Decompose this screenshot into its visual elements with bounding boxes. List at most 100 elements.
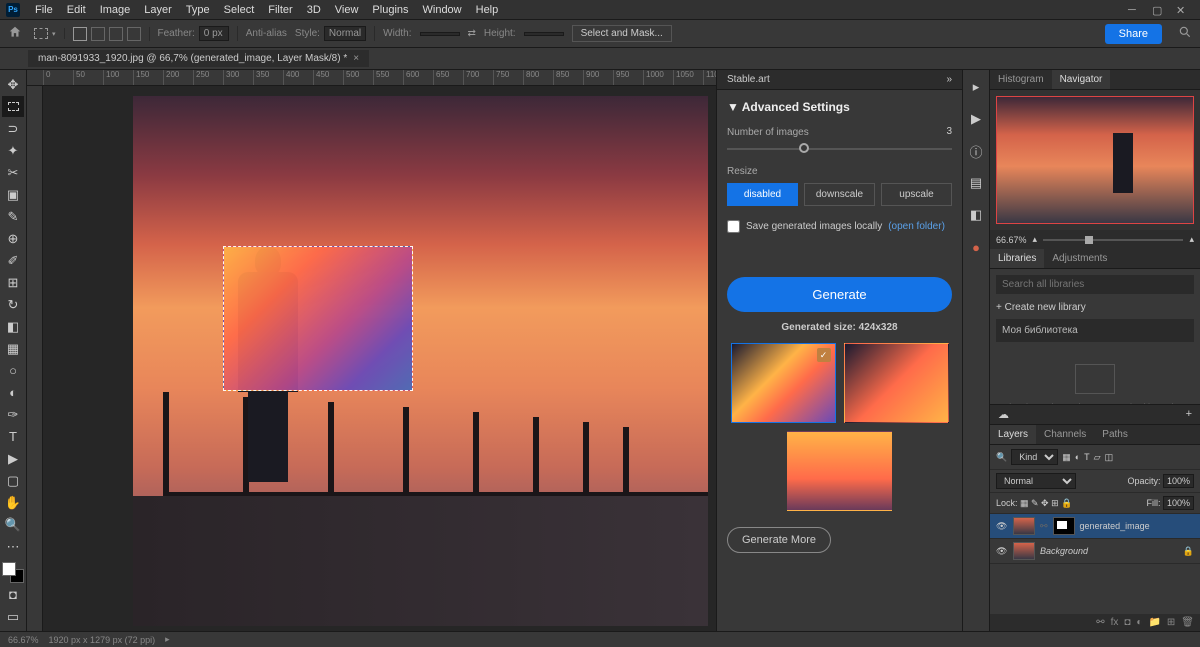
- eraser-tool[interactable]: ◧: [2, 316, 24, 337]
- menu-help[interactable]: Help: [469, 2, 506, 18]
- zoom-value[interactable]: 66.67%: [996, 235, 1027, 245]
- antialias-checkbox[interactable]: Anti-alias: [246, 28, 287, 39]
- plugin-tab[interactable]: Stable.art »: [717, 70, 962, 90]
- layer-row[interactable]: 👁⚯generated_image: [990, 514, 1200, 539]
- tab-histogram[interactable]: Histogram: [990, 70, 1052, 89]
- create-library-button[interactable]: + Create new library: [996, 302, 1194, 313]
- generate-button[interactable]: Generate: [727, 277, 952, 312]
- selection-mode-new-icon[interactable]: [73, 27, 87, 41]
- healing-brush-tool[interactable]: ⊕: [2, 228, 24, 249]
- eyedropper-tool[interactable]: ✎: [2, 206, 24, 227]
- lasso-tool[interactable]: ⊃: [2, 118, 24, 139]
- minimize-icon[interactable]: ─: [1128, 4, 1140, 16]
- selection-marquee[interactable]: [223, 246, 413, 391]
- tab-libraries[interactable]: Libraries: [990, 249, 1044, 268]
- rectangle-tool[interactable]: ▢: [2, 470, 24, 491]
- hand-tool[interactable]: ✋: [2, 492, 24, 513]
- filter-smart-icon[interactable]: ◫: [1105, 452, 1114, 463]
- status-zoom[interactable]: 66.67%: [8, 635, 39, 645]
- tab-channels[interactable]: Channels: [1036, 425, 1094, 444]
- magic-wand-tool[interactable]: ✦: [2, 140, 24, 161]
- quick-mask-toggle[interactable]: ◘: [2, 584, 24, 605]
- maximize-icon[interactable]: ▢: [1152, 4, 1164, 16]
- search-icon[interactable]: [1178, 25, 1192, 42]
- zoom-out-icon[interactable]: ▴: [1033, 234, 1038, 245]
- selection-mode-intersect-icon[interactable]: [127, 27, 141, 41]
- menu-select[interactable]: Select: [217, 2, 262, 18]
- library-item[interactable]: Моя библиотека: [996, 319, 1194, 342]
- info-panel-icon[interactable]: ⓘ: [965, 140, 987, 162]
- tab-paths[interactable]: Paths: [1094, 425, 1136, 444]
- canvas-viewport[interactable]: [43, 86, 716, 631]
- color-panel-icon[interactable]: ●: [965, 236, 987, 258]
- filter-type-icon[interactable]: T: [1084, 452, 1090, 462]
- selection-mode-subtract-icon[interactable]: [109, 27, 123, 41]
- blend-mode-select[interactable]: Normal: [996, 473, 1076, 489]
- expand-panels-icon[interactable]: ▸: [965, 76, 987, 98]
- blur-tool[interactable]: ○: [2, 360, 24, 381]
- style-select[interactable]: Normal: [324, 26, 366, 41]
- layer-row[interactable]: 👁Background🔒: [990, 539, 1200, 564]
- feather-input[interactable]: 0 px: [199, 26, 229, 41]
- menu-view[interactable]: View: [328, 2, 366, 18]
- num-images-slider[interactable]: [727, 148, 952, 150]
- tab-layers[interactable]: Layers: [990, 425, 1036, 444]
- collapse-icon[interactable]: »: [946, 74, 952, 85]
- history-brush-tool[interactable]: ↻: [2, 294, 24, 315]
- resize-upscale-button[interactable]: upscale: [881, 183, 952, 206]
- result-thumb-1[interactable]: ✓: [731, 343, 836, 423]
- layer-fx-icon[interactable]: fx: [1111, 617, 1119, 628]
- gradient-tool[interactable]: ▦: [2, 338, 24, 359]
- width-input[interactable]: [420, 32, 460, 36]
- type-tool[interactable]: T: [2, 426, 24, 447]
- document-tab[interactable]: man-8091933_1920.jpg @ 66,7% (generated_…: [28, 50, 369, 67]
- move-tool[interactable]: ✥: [2, 74, 24, 95]
- screen-mode-toggle[interactable]: ▭: [2, 606, 24, 627]
- marquee-tool[interactable]: [2, 96, 24, 117]
- group-icon[interactable]: 📁: [1148, 617, 1160, 628]
- advanced-settings-toggle[interactable]: ▼ Advanced Settings: [727, 100, 952, 114]
- layer-mask-icon[interactable]: ◘: [1124, 617, 1130, 628]
- libraries-search-input[interactable]: [996, 275, 1194, 294]
- tab-navigator[interactable]: Navigator: [1052, 70, 1111, 89]
- menu-edit[interactable]: Edit: [60, 2, 93, 18]
- fill-input[interactable]: 100%: [1163, 496, 1194, 510]
- brush-tool[interactable]: ✐: [2, 250, 24, 271]
- filter-pixel-icon[interactable]: ▦: [1062, 452, 1071, 463]
- home-icon[interactable]: [8, 25, 26, 43]
- opacity-input[interactable]: 100%: [1163, 474, 1194, 488]
- visibility-icon[interactable]: 👁: [996, 521, 1008, 532]
- add-library-icon[interactable]: +: [1186, 408, 1192, 421]
- frame-tool[interactable]: ▣: [2, 184, 24, 205]
- path-selection-tool[interactable]: ▶: [2, 448, 24, 469]
- close-icon[interactable]: ✕: [1176, 4, 1188, 16]
- pen-tool[interactable]: ✑: [2, 404, 24, 425]
- zoom-tool[interactable]: 🔍: [2, 514, 24, 535]
- menu-type[interactable]: Type: [179, 2, 217, 18]
- actions-panel-icon[interactable]: ▶: [965, 108, 987, 130]
- visibility-icon[interactable]: 👁: [996, 546, 1008, 557]
- filter-adjustment-icon[interactable]: ◐: [1075, 452, 1080, 462]
- color-swatches[interactable]: [2, 562, 24, 583]
- swap-icon[interactable]: ⇄: [468, 28, 476, 39]
- menu-window[interactable]: Window: [416, 2, 469, 18]
- height-input[interactable]: [524, 32, 564, 36]
- edit-toolbar[interactable]: ⋯: [2, 536, 24, 557]
- menu-image[interactable]: Image: [93, 2, 138, 18]
- result-thumb-2[interactable]: [844, 343, 949, 423]
- status-chevron-icon[interactable]: ▸: [165, 634, 170, 645]
- cloud-icon[interactable]: ☁: [998, 408, 1009, 421]
- dodge-tool[interactable]: ◐: [2, 382, 24, 403]
- foreground-color[interactable]: [2, 562, 16, 576]
- navigator-thumbnail[interactable]: [996, 96, 1194, 224]
- menu-file[interactable]: File: [28, 2, 60, 18]
- link-layers-icon[interactable]: ⚯: [1096, 617, 1104, 628]
- filter-shape-icon[interactable]: ▱: [1094, 452, 1101, 463]
- result-thumb-3[interactable]: [787, 431, 892, 511]
- share-button[interactable]: Share: [1105, 24, 1162, 44]
- resize-disabled-button[interactable]: disabled: [727, 183, 798, 206]
- menu-layer[interactable]: Layer: [137, 2, 179, 18]
- delete-layer-icon[interactable]: 🗑: [1181, 617, 1194, 628]
- generate-more-button[interactable]: Generate More: [727, 527, 831, 553]
- adjustment-layer-icon[interactable]: ◐: [1136, 617, 1142, 628]
